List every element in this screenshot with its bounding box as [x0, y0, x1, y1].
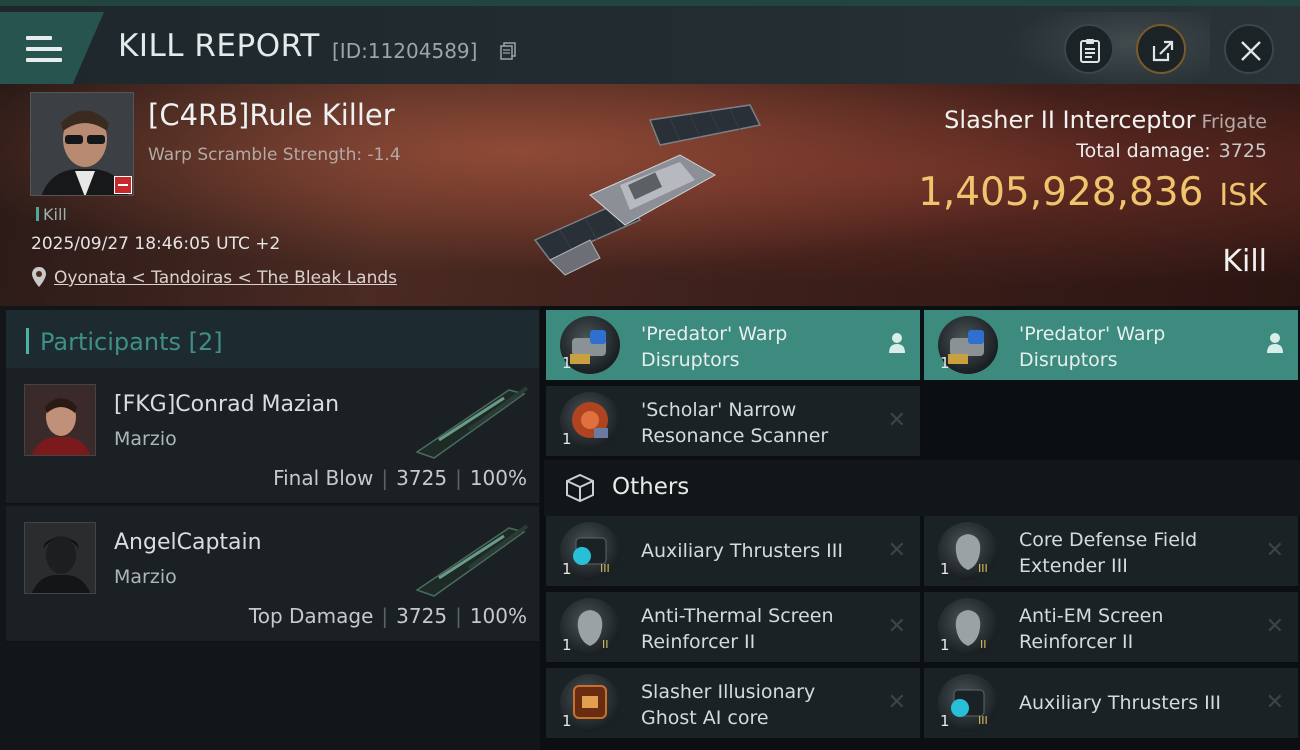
destroyed-x-icon: ✕ [1265, 538, 1284, 563]
pilot-icon [889, 333, 905, 353]
cube-icon [566, 473, 594, 503]
participants-panel: Participants [2] [FKG]Conrad Mazian Marz… [0, 306, 540, 750]
kill-report-screen: KILL REPORT [ID:11204589] [C4RB]Rule Kil… [0, 0, 1300, 750]
kill-datetime: 2025/09/27 18:46:05 UTC +2 [31, 234, 281, 254]
participants-header: Participants [2] [6, 310, 539, 372]
module-name: 'Predator' Warp Disruptors [641, 323, 788, 371]
module-item[interactable]: 1 'Scholar' Narrow Resonance Scanner ✕ [546, 386, 920, 456]
destroyed-x-icon: ✕ [1265, 690, 1284, 715]
module-qty: 1 [940, 712, 950, 730]
module-qty: 1 [940, 560, 950, 578]
svg-text:III: III [978, 562, 988, 575]
module-qty: 1 [562, 712, 572, 730]
participant-role: Final Blow [273, 466, 374, 490]
hostile-badge [114, 176, 132, 194]
module-name: Anti-EM Screen Reinforcer II [1019, 605, 1164, 653]
participant-row[interactable]: [FKG]Conrad Mazian Marzio Final Blow | 372… [6, 368, 539, 504]
share-button[interactable] [1136, 24, 1186, 74]
others-section-header: Others [544, 460, 1300, 516]
isk-value: 1,405,928,836 ISK [918, 170, 1267, 215]
participant-name[interactable]: AngelCaptain [114, 530, 262, 555]
module-item[interactable]: III 1 Core Defense Field Extender III ✕ [924, 516, 1298, 586]
participant-avatar[interactable] [24, 384, 96, 456]
total-damage-value: 3725 [1218, 140, 1267, 162]
participant-ship-image[interactable] [409, 380, 529, 460]
module-item[interactable]: 1 'Predator' Warp Disruptors [546, 310, 920, 380]
victim-name[interactable]: [C4RB]Rule Killer [148, 98, 395, 132]
module-qty: 1 [562, 354, 572, 372]
participant-percent: 100% [469, 604, 527, 628]
module-qty: 1 [562, 636, 572, 654]
participant-ship-image[interactable] [409, 518, 529, 598]
ship-class-text: Frigate [1201, 111, 1267, 133]
participant-role: Top Damage [248, 604, 374, 628]
module-item[interactable]: III 1 Auxiliary Thrusters III ✕ [924, 668, 1298, 738]
header-bar: KILL REPORT [ID:11204589] [0, 0, 1300, 90]
svg-text:II: II [602, 638, 609, 651]
total-damage-label: Total damage: [1076, 140, 1211, 162]
participant-row[interactable]: AngelCaptain Marzio Top Damage | 3725 | 100% [6, 506, 539, 642]
participant-damage: 3725 [396, 466, 448, 490]
share-icon [1152, 40, 1174, 62]
others-title: Others [612, 474, 690, 500]
module-name: 'Predator' Warp Disruptors [1019, 323, 1166, 371]
destroyed-x-icon: ✕ [887, 408, 906, 433]
participant-percent: 100% [469, 466, 527, 490]
module-name: 'Scholar' Narrow Resonance Scanner [641, 399, 829, 447]
participant-name[interactable]: [FKG]Conrad Mazian [114, 392, 339, 417]
module-name: Auxiliary Thrusters III [1019, 692, 1221, 714]
module-qty: 1 [562, 560, 572, 578]
page-title: KILL REPORT [118, 28, 320, 64]
module-item[interactable]: III 1 Auxiliary Thrusters III ✕ [546, 516, 920, 586]
destroyed-x-icon: ✕ [1265, 614, 1284, 639]
module-item[interactable]: 1 'Predator' Warp Disruptors [924, 310, 1298, 380]
svg-text:II: II [980, 638, 987, 651]
svg-text:III: III [600, 562, 610, 575]
module-item[interactable]: II 1 Anti-Thermal Screen Reinforcer II ✕ [546, 592, 920, 662]
module-item[interactable]: 1 Slasher Illusionary Ghost AI core ✕ [546, 668, 920, 738]
svg-text:III: III [978, 714, 988, 727]
modules-panel: 1 'Predator' Warp Disruptors 1 'Predator… [540, 306, 1300, 750]
module-name: Core Defense Field Extender III [1019, 529, 1198, 577]
clipboard-button[interactable] [1064, 24, 1114, 74]
clipboard-icon [1080, 39, 1100, 63]
kill-tag: Kill [36, 205, 67, 224]
destroyed-x-icon: ✕ [887, 690, 906, 715]
participant-avatar[interactable] [24, 522, 96, 594]
module-qty: 1 [562, 430, 572, 448]
isk-amount: 1,405,928,836 [918, 170, 1204, 215]
victim-ship-image[interactable] [530, 100, 770, 280]
module-name: Auxiliary Thrusters III [641, 540, 843, 562]
module-qty: 1 [940, 636, 950, 654]
participant-stats: Top Damage | 3725 | 100% [248, 604, 527, 628]
copy-icon[interactable] [500, 42, 516, 60]
isk-unit: ISK [1219, 178, 1267, 213]
close-button[interactable] [1224, 24, 1274, 74]
location-pin-icon [32, 267, 46, 287]
destroyed-x-icon: ✕ [887, 614, 906, 639]
participant-damage: 3725 [396, 604, 448, 628]
destroyed-x-icon: ✕ [887, 538, 906, 563]
victim-ship-name[interactable]: Slasher II Interceptor Frigate [944, 106, 1267, 134]
report-id: [ID:11204589] [332, 39, 478, 63]
participant-ship: Marzio [114, 428, 177, 450]
module-item[interactable]: II 1 Anti-EM Screen Reinforcer II ✕ [924, 592, 1298, 662]
warp-scramble-strength: Warp Scramble Strength: -1.4 [148, 145, 401, 165]
total-damage: Total damage: 3725 [1076, 140, 1267, 162]
kill-outcome: Kill [1222, 244, 1267, 279]
pilot-icon [1267, 333, 1283, 353]
location-link[interactable]: Oyonata < Tandoiras < The Bleak Lands [54, 268, 397, 288]
participants-title: Participants [2] [40, 328, 223, 356]
participant-stats: Final Blow | 3725 | 100% [273, 466, 527, 490]
hamburger-icon [26, 36, 62, 64]
menu-button[interactable] [0, 12, 104, 84]
module-qty: 1 [940, 354, 950, 372]
module-name: Slasher Illusionary Ghost AI core [641, 681, 816, 729]
ship-name-text: Slasher II Interceptor [944, 106, 1196, 134]
close-icon [1241, 41, 1261, 61]
module-name: Anti-Thermal Screen Reinforcer II [641, 605, 834, 653]
participant-ship: Marzio [114, 566, 177, 588]
